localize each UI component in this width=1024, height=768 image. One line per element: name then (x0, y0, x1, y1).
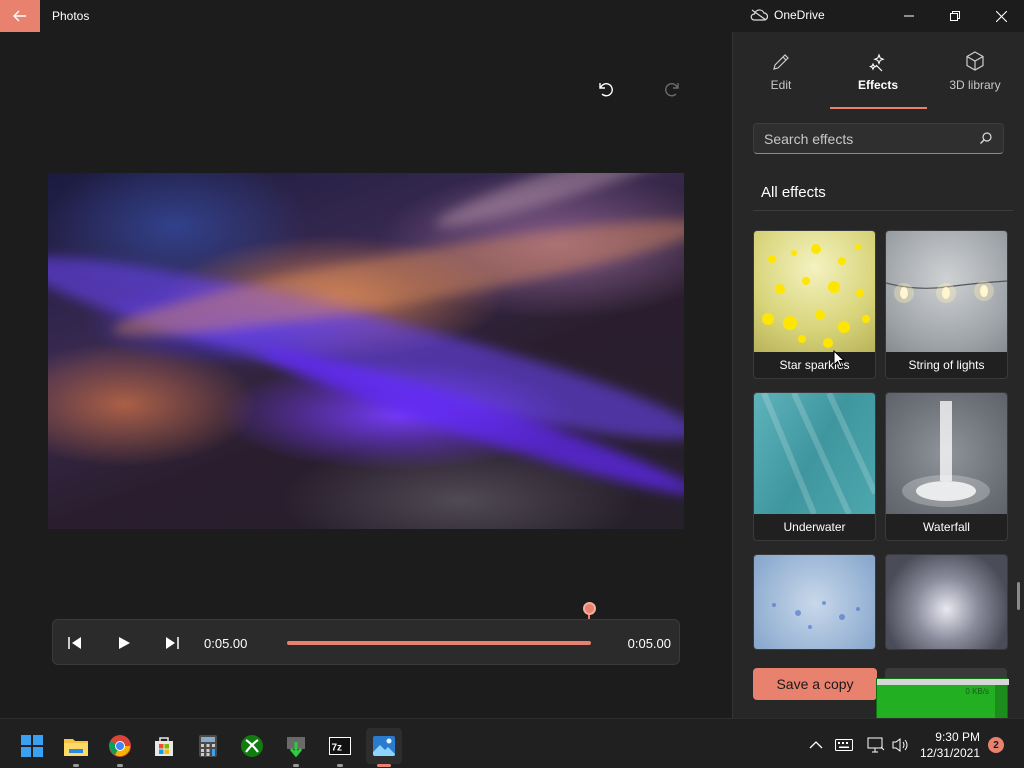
end-time: 0:05.00 (627, 636, 671, 651)
play-button[interactable] (114, 633, 134, 653)
tab-effects[interactable]: Effects (830, 46, 926, 92)
taskbar-calculator[interactable] (190, 728, 226, 764)
search-input[interactable] (764, 130, 974, 148)
chevron-up-icon (809, 741, 823, 749)
taskbar-file-explorer[interactable] (58, 728, 94, 767)
tab-3d-library[interactable]: 3D library (927, 46, 1023, 92)
show-hidden-icons-button[interactable] (806, 735, 826, 755)
mouse-cursor-icon (833, 349, 846, 373)
taskbar: 7z 9:30 PM 12/31/2021 2 (0, 718, 1024, 768)
step-back-icon (68, 637, 81, 649)
save-copy-button[interactable]: Save a copy (753, 668, 877, 700)
taskbar-chrome[interactable] (102, 728, 138, 767)
cloud-off-icon (750, 9, 768, 21)
clock-time: 9:30 PM (935, 730, 980, 744)
star-sparkles-thumbnail (754, 231, 875, 352)
previous-frame-button[interactable] (65, 633, 85, 653)
network-button[interactable] (866, 735, 886, 755)
clock-date: 12/31/2021 (919, 746, 980, 760)
taskbar-xbox[interactable] (234, 728, 270, 764)
svg-text:7z: 7z (332, 743, 343, 754)
file-explorer-icon (64, 739, 88, 756)
current-time: 0:05.00 (204, 636, 248, 651)
tab-edit-label: Edit (770, 78, 792, 92)
tab-3d-library-label: 3D library (949, 78, 1001, 92)
effects-panel: Edit Effects 3D library All effects (732, 32, 1024, 721)
effect-waterfall[interactable]: Waterfall (885, 392, 1008, 541)
undo-button[interactable] (592, 76, 618, 102)
string-of-lights-thumbnail (886, 231, 1007, 352)
next-frame-button[interactable] (162, 633, 182, 653)
close-icon (995, 10, 1007, 22)
speaker-icon (892, 738, 908, 752)
photos-icon (373, 736, 395, 756)
search-icon[interactable] (979, 131, 993, 150)
onedrive-status[interactable]: OneDrive (750, 8, 825, 22)
xbox-icon (241, 735, 263, 757)
redo-button[interactable] (660, 76, 686, 102)
network-speed-widget[interactable]: 0 KB/s (876, 678, 1009, 721)
waterfall-thumbnail (886, 393, 1007, 514)
touch-keyboard-button[interactable] (834, 735, 854, 755)
download-manager-icon (287, 737, 305, 758)
effect-light-burst[interactable] (885, 554, 1008, 650)
trim-end-handle[interactable] (583, 602, 596, 615)
effect-string-of-lights[interactable]: String of lights (885, 230, 1008, 379)
onedrive-label: OneDrive (774, 8, 825, 22)
effect-star-sparkles[interactable]: Star sparkles (753, 230, 876, 379)
taskbar-download-manager[interactable] (278, 728, 314, 767)
underwater-thumbnail (754, 393, 875, 514)
cube-icon (966, 51, 984, 71)
timeline-track[interactable] (287, 641, 591, 645)
calculator-icon (199, 735, 217, 757)
system-clock[interactable]: 9:30 PM 12/31/2021 (920, 729, 980, 761)
volume-button[interactable] (890, 735, 910, 755)
effect-label: String of lights (908, 358, 985, 372)
effect-label: Star sparkles (779, 358, 850, 372)
notification-badge[interactable]: 2 (988, 737, 1004, 753)
title-bar: Photos OneDrive (0, 0, 1024, 32)
active-tab-indicator (830, 107, 927, 109)
redo-icon (665, 83, 679, 97)
taskbar-7zip[interactable]: 7z (322, 728, 358, 767)
playback-bar: 0:05.00 0:05.00 (52, 619, 680, 665)
sparkle-icon (869, 53, 885, 72)
app-title: Photos (52, 9, 90, 23)
7zip-icon: 7z (329, 737, 351, 755)
effect-label: Underwater (783, 520, 846, 534)
speed-widget-arrows[interactable] (995, 685, 1007, 721)
tab-edit[interactable]: Edit (733, 46, 829, 92)
maximize-button[interactable] (932, 0, 978, 32)
back-arrow-icon (13, 10, 26, 22)
back-button[interactable] (0, 0, 40, 32)
minimize-button[interactable] (886, 0, 932, 32)
close-button[interactable] (978, 0, 1024, 32)
keyboard-icon (835, 739, 853, 751)
chrome-icon (109, 735, 131, 757)
start-icon (21, 735, 43, 757)
tab-effects-label: Effects (857, 78, 898, 92)
taskbar-photos[interactable] (366, 728, 402, 767)
effect-label: Waterfall (923, 520, 970, 534)
minimize-icon (904, 15, 914, 17)
effect-bubbles[interactable] (753, 554, 876, 650)
network-speed-label: 0 KB/s (965, 687, 989, 696)
section-divider (753, 210, 1013, 211)
restore-icon (950, 11, 960, 21)
search-box (753, 123, 1004, 154)
network-icon (867, 737, 885, 753)
light-burst-thumbnail (886, 555, 1007, 649)
start-button[interactable] (14, 728, 50, 764)
microsoft-store-icon (155, 737, 173, 756)
bubbles-thumbnail (754, 555, 875, 649)
step-forward-icon (166, 637, 179, 649)
play-icon (119, 637, 130, 649)
undo-icon (599, 83, 613, 97)
effect-underwater[interactable]: Underwater (753, 392, 876, 541)
effects-scrollbar[interactable] (1017, 582, 1020, 610)
pencil-icon (773, 54, 789, 70)
video-preview[interactable] (48, 173, 684, 529)
section-title: All effects (761, 184, 826, 201)
taskbar-microsoft-store[interactable] (146, 728, 182, 764)
